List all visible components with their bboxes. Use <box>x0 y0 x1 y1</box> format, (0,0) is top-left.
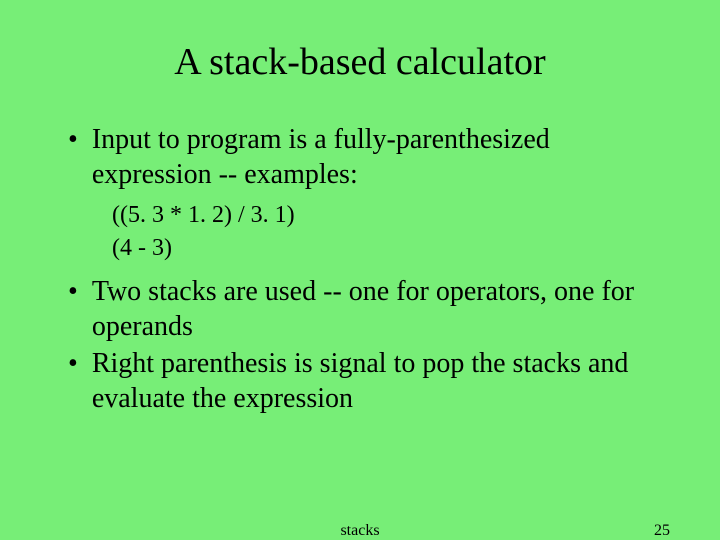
bullet-text: Input to program is a fully-parenthesize… <box>92 122 670 192</box>
sub-item: ((5. 3 * 1. 2) / 3. 1) <box>68 200 670 231</box>
bullet-text: Right parenthesis is signal to pop the s… <box>92 346 670 416</box>
slide-title: A stack-based calculator <box>50 40 670 84</box>
bullet-item: • Right parenthesis is signal to pop the… <box>68 346 670 416</box>
page-number: 25 <box>654 522 670 540</box>
bullet-dot: • <box>68 122 78 192</box>
bullet-item: • Input to program is a fully-parenthesi… <box>68 122 670 192</box>
bullet-item: • Two stacks are used -- one for operato… <box>68 274 670 344</box>
bullet-text: Two stacks are used -- one for operators… <box>92 274 670 344</box>
bullet-dot: • <box>68 346 78 416</box>
bullet-dot: • <box>68 274 78 344</box>
footer-label: stacks <box>340 522 379 540</box>
slide-content: • Input to program is a fully-parenthesi… <box>50 122 670 416</box>
sub-item: (4 - 3) <box>68 233 670 264</box>
slide: A stack-based calculator • Input to prog… <box>0 0 720 540</box>
